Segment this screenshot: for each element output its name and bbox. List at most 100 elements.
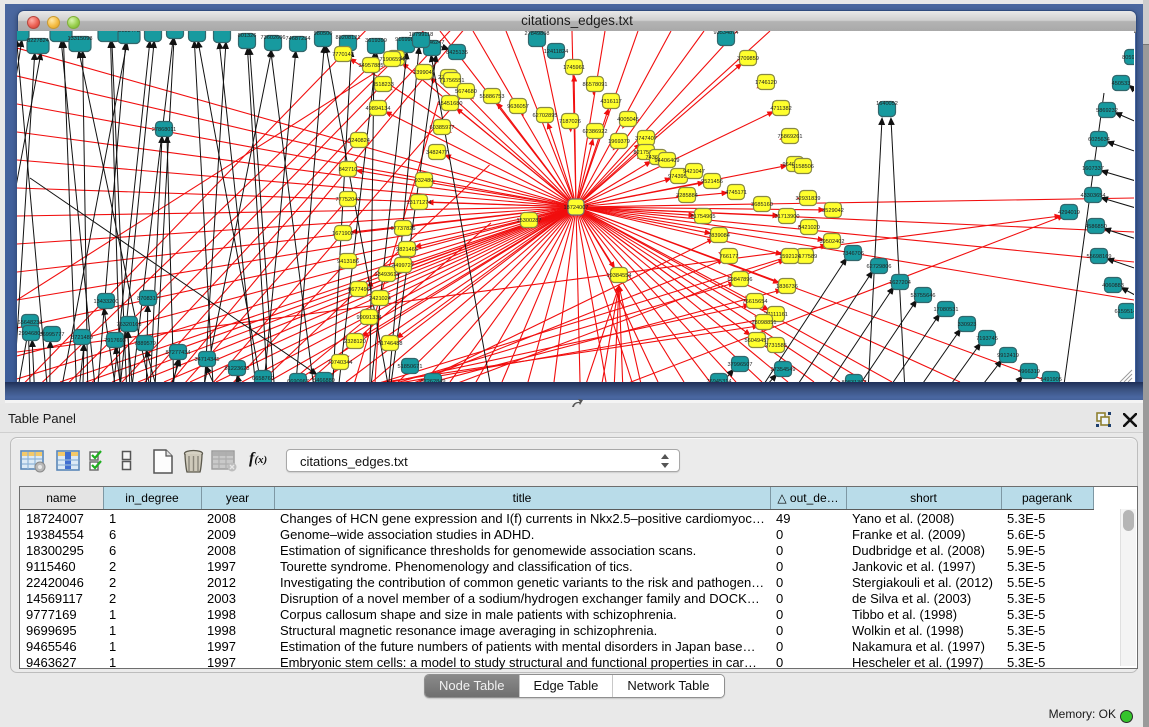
svg-text:13171274: 13171274 [407, 200, 432, 206]
svg-text:6690967: 6690967 [287, 379, 309, 382]
svg-text:4745171: 4745171 [725, 190, 747, 196]
svg-text:1671902: 1671902 [332, 231, 354, 237]
svg-text:8708317: 8708317 [137, 296, 159, 302]
svg-text:5158506: 5158506 [792, 164, 814, 170]
svg-text:8227824: 8227824 [27, 38, 49, 44]
svg-text:15451680: 15451680 [438, 101, 463, 107]
svg-text:330923: 330923 [958, 322, 977, 328]
svg-text:9301031: 9301031 [98, 31, 120, 32]
svg-text:61595148: 61595148 [1115, 309, 1134, 315]
svg-text:1607337: 1607337 [1082, 166, 1104, 172]
svg-text:73602606: 73602606 [261, 35, 286, 41]
svg-text:3619399: 3619399 [365, 38, 387, 44]
svg-text:39502402: 39502402 [820, 239, 845, 245]
svg-text:4005045: 4005045 [617, 117, 639, 123]
svg-text:9973763: 9973763 [142, 31, 164, 32]
svg-text:27849808: 27849808 [525, 31, 550, 37]
svg-text:88208121: 88208121 [336, 35, 361, 41]
svg-text:81223623: 81223623 [225, 366, 250, 372]
svg-text:7193745: 7193745 [976, 336, 998, 342]
svg-text:6658760: 6658760 [252, 376, 274, 382]
svg-text:3709859: 3709859 [737, 56, 759, 62]
svg-text:32931839: 32931839 [796, 196, 821, 202]
svg-text:75869261: 75869261 [778, 134, 803, 140]
svg-text:4586850: 4586850 [1085, 224, 1107, 230]
svg-text:8421020: 8421020 [798, 225, 820, 231]
svg-text:3482477: 3482477 [426, 150, 448, 156]
svg-text:55886753: 55886753 [480, 94, 505, 100]
svg-text:9821465: 9821465 [396, 247, 418, 253]
svg-text:980500: 980500 [314, 31, 333, 37]
svg-text:3529042: 3529042 [822, 208, 844, 214]
svg-text:79740344: 79740344 [328, 360, 353, 366]
svg-text:27354549: 27354549 [771, 367, 796, 373]
svg-text:51850671: 51850671 [398, 364, 423, 370]
svg-text:4499727: 4499727 [392, 263, 414, 269]
svg-text:4294019: 4294019 [1058, 210, 1080, 216]
svg-text:15300287: 15300287 [517, 218, 542, 224]
svg-text:69847896: 69847896 [728, 277, 753, 283]
svg-text:86578091: 86578091 [583, 82, 608, 88]
svg-text:17080531: 17080531 [934, 307, 959, 313]
svg-text:801326: 801326 [238, 33, 257, 39]
svg-text:8425135: 8425135 [446, 50, 468, 56]
svg-text:31713900: 31713900 [775, 214, 800, 220]
svg-text:9912419: 9912419 [997, 353, 1019, 359]
svg-text:450533: 450533 [1112, 81, 1131, 87]
svg-text:34714345: 34714345 [195, 357, 220, 363]
svg-text:55698169: 55698169 [1087, 254, 1112, 260]
svg-text:93534874: 93534874 [714, 31, 739, 36]
svg-text:2731585: 2731585 [765, 343, 787, 349]
svg-text:2328120: 2328120 [344, 339, 366, 345]
svg-text:26247317: 26247317 [210, 31, 235, 33]
svg-text:7889579: 7889579 [134, 341, 156, 347]
svg-text:932480: 932480 [415, 178, 434, 184]
svg-text:34957885: 34957885 [359, 63, 384, 69]
svg-text:3685160: 3685160 [751, 202, 773, 208]
svg-text:1491905: 1491905 [1040, 377, 1062, 382]
svg-text:74687234: 74687234 [286, 36, 311, 42]
svg-text:71746488: 71746488 [378, 341, 403, 347]
svg-text:71906594: 71906594 [380, 57, 405, 63]
svg-text:6025634: 6025634 [1088, 137, 1110, 143]
svg-text:57262849: 57262849 [421, 379, 446, 382]
svg-text:1969379: 1969379 [608, 139, 630, 145]
svg-text:43303654: 43303654 [1081, 193, 1106, 199]
svg-text:4316117: 4316117 [600, 99, 621, 105]
svg-text:80831367: 80831367 [842, 380, 867, 382]
svg-text:76320163: 76320163 [117, 322, 142, 328]
svg-text:7917693: 7917693 [104, 338, 126, 344]
svg-text:28098851: 28098851 [752, 320, 777, 326]
svg-text:3747407: 3747407 [635, 136, 657, 142]
svg-text:3285884: 3285884 [676, 193, 698, 199]
svg-text:81754965: 81754965 [691, 214, 716, 220]
svg-text:94406409: 94406409 [655, 158, 680, 164]
svg-text:27868011: 27868011 [152, 127, 176, 133]
svg-text:87277434: 87277434 [166, 350, 191, 356]
svg-text:7839084: 7839084 [708, 233, 730, 239]
svg-text:12411824: 12411824 [544, 49, 568, 55]
svg-text:7346706: 7346706 [842, 251, 864, 257]
svg-text:9636057: 9636057 [507, 104, 529, 110]
svg-text:8059826: 8059826 [1122, 55, 1134, 61]
svg-text:9421047: 9421047 [683, 169, 705, 175]
svg-text:67737826: 67737826 [391, 226, 416, 232]
svg-text:1627204: 1627204 [889, 280, 911, 286]
svg-text:18724007: 18724007 [564, 205, 589, 211]
svg-text:1640052: 1640052 [876, 101, 898, 107]
svg-text:651333: 651333 [188, 31, 207, 32]
svg-text:13493618: 13493618 [375, 272, 400, 278]
svg-text:9521456: 9521456 [701, 179, 723, 185]
svg-text:49894134: 49894134 [366, 106, 391, 112]
svg-text:842710: 842710 [339, 167, 358, 173]
svg-text:77752047: 77752047 [336, 197, 361, 203]
svg-text:76615654: 76615654 [743, 299, 768, 305]
svg-text:38346578: 38346578 [49, 31, 74, 32]
svg-text:1399049: 1399049 [413, 70, 435, 76]
svg-text:5240824: 5240824 [348, 138, 370, 144]
svg-text:13433200: 13433200 [94, 299, 119, 305]
svg-text:37996507: 37996507 [728, 362, 753, 368]
svg-text:62702895: 62702895 [533, 113, 558, 119]
svg-text:4060883: 4060883 [1102, 283, 1124, 289]
svg-text:4966319: 4966319 [1018, 369, 1040, 375]
